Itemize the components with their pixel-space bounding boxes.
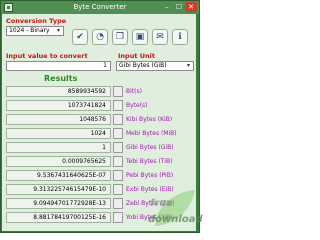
minimize-button[interactable]: –: [161, 2, 173, 12]
result-value: 9.09494701772928E-13: [6, 198, 111, 209]
input-unit-label: Input Unit: [118, 52, 155, 60]
watermark-text-download: download: [148, 214, 203, 225]
result-row: 1 Gibi Bytes (GiB): [6, 142, 192, 153]
copy-result-button[interactable]: [113, 142, 123, 153]
result-unit: Byte(s): [126, 102, 148, 109]
result-unit: Kibi Bytes (KiB): [126, 116, 173, 123]
result-value: 1048576: [6, 114, 111, 125]
title-bar[interactable]: Byte Converter – ☐ ✕: [1, 1, 199, 14]
watermark-leaf-icon: [155, 190, 195, 226]
copy-result-button[interactable]: [113, 100, 123, 111]
input-value-field[interactable]: 1: [6, 61, 111, 71]
result-row: 8589934592 Bit(s): [6, 86, 192, 97]
email-icon[interactable]: ✉: [152, 29, 168, 45]
copy-result-button[interactable]: [113, 212, 123, 223]
result-row: 0.0009765625 Tebi Bytes (TiB): [6, 156, 192, 167]
result-value: 8.88178419700125E-16: [6, 212, 111, 223]
clock-icon[interactable]: ◔: [92, 29, 108, 45]
result-unit: Gibi Bytes (GiB): [126, 144, 174, 151]
copy-result-button[interactable]: [113, 156, 123, 167]
input-unit-select[interactable]: Gibi Bytes (GiB) ▾: [116, 61, 194, 71]
result-value: 1024: [6, 128, 111, 139]
input-unit-value: Gibi Bytes (GiB): [119, 62, 167, 69]
copy-result-button[interactable]: [113, 128, 123, 139]
copy-result-button[interactable]: [113, 184, 123, 195]
result-value: 9.31322574615479E-10: [6, 184, 111, 195]
result-unit: Tebi Bytes (TiB): [126, 158, 173, 165]
copy-result-button[interactable]: [113, 86, 123, 97]
results-title: Results: [44, 74, 78, 83]
copy-result-button[interactable]: [113, 114, 123, 125]
result-value: 8589934592: [6, 86, 111, 97]
result-value: 9.5367431640625E-07: [6, 170, 111, 181]
result-row: 1048576 Kibi Bytes (KiB): [6, 114, 192, 125]
result-unit: Pebi Bytes (PiB): [126, 172, 174, 179]
result-unit: Bit(s): [126, 88, 142, 95]
result-value: 0.0009765625: [6, 156, 111, 167]
copy-icon[interactable]: ❐: [112, 29, 128, 45]
chevron-down-icon: ▾: [186, 62, 190, 69]
result-row: 1073741824 Byte(s): [6, 100, 192, 111]
result-row: 9.5367431640625E-07 Pebi Bytes (PiB): [6, 170, 192, 181]
result-row: 1024 Mebi Bytes (MiB): [6, 128, 192, 139]
info-icon[interactable]: ℹ: [172, 29, 188, 45]
copy-result-button[interactable]: [113, 198, 123, 209]
conversion-type-select[interactable]: 1024 - Binary ▾: [6, 26, 64, 36]
copy-result-button[interactable]: [113, 170, 123, 181]
save-icon[interactable]: ▣: [132, 29, 148, 45]
maximize-button[interactable]: ☐: [173, 2, 185, 12]
conversion-type-value: 1024 - Binary: [9, 27, 50, 34]
watermark-text-free: free: [150, 198, 173, 209]
result-unit: Mebi Bytes (MiB): [126, 130, 177, 137]
close-button[interactable]: ✕: [185, 2, 197, 12]
conversion-type-label: Conversion Type: [6, 17, 67, 25]
result-value: 1073741824: [6, 100, 111, 111]
result-value: 1: [6, 142, 111, 153]
input-value-label: Input value to convert: [6, 52, 88, 60]
chevron-down-icon: ▾: [56, 27, 60, 34]
check-icon[interactable]: ✔: [72, 29, 88, 45]
